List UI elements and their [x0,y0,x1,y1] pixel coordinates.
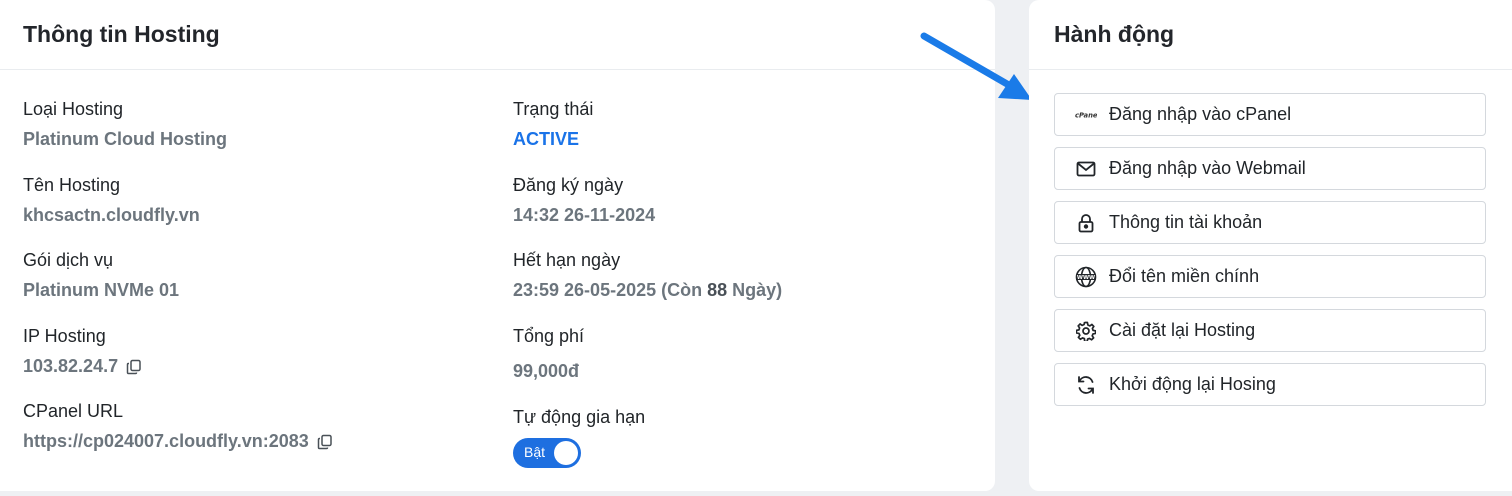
actions-title: Hành động [1029,0,1512,70]
login-cpanel-button[interactable]: cPanel Đăng nhập vào cPanel [1054,93,1486,136]
cpanel-url-value: https://cp024007.cloudfly.vn:2083 [23,431,309,451]
hosting-name-label: Tên Hosting [23,175,121,195]
ip-hosting-label: IP Hosting [23,326,106,346]
login-cpanel-label: Đăng nhập vào cPanel [1109,104,1292,124]
account-info-button[interactable]: Thông tin tài khoản [1054,201,1486,244]
expiry-date-text: 23:59 26-05-2025 (Còn [513,280,708,300]
expiry-date-label: Hết hạn ngày [513,250,621,270]
cpanel-url-value-row: https://cp024007.cloudfly.vn:2083 [23,430,333,452]
field-total-fee: Tổng phí 99,000đ [513,325,584,382]
expiry-date-value: 23:59 26-05-2025 (Còn 88 Ngày) [513,279,782,301]
ip-hosting-value-row: 103.82.24.7 [23,355,142,377]
login-webmail-label: Đăng nhập vào Webmail [1109,158,1306,178]
restart-hosting-button[interactable]: Khởi động lại Hosing [1054,363,1486,406]
hosting-info-card: Thông tin Hosting Loại Hosting Platinum … [0,0,995,491]
total-fee-value: 99,000đ [513,361,580,381]
actions-card: Hành động cPanel Đăng nhập vào cPanel Đă… [1029,0,1512,491]
field-auto-renew: Tự động gia hạn Bật [513,406,645,468]
auto-renew-label: Tự động gia hạn [513,407,646,427]
total-fee-label: Tổng phí [513,326,585,346]
copy-icon[interactable] [126,358,142,375]
change-main-domain-label: Đổi tên miền chính [1109,266,1260,286]
annotation-arrow-icon [920,32,1032,100]
toggle-knob [554,441,578,465]
cpanel-logo-text: cPanel [1075,111,1097,119]
restart-hosting-label: Khởi động lại Hosing [1109,374,1276,394]
status-value: ACTIVE [513,129,580,149]
service-package-label: Gói dịch vụ [23,250,114,270]
cpanel-logo-icon: cPanel [1075,105,1097,125]
svg-text:WWW: WWW [1077,275,1095,281]
field-cpanel-url: CPanel URL https://cp024007.cloudfly.vn:… [23,400,333,452]
auto-renew-toggle[interactable]: Bật [513,438,581,468]
field-expiry-date: Hết hạn ngày 23:59 26-05-2025 (Còn 88 Ng… [513,249,782,301]
field-ip-hosting: IP Hosting 103.82.24.7 [23,325,142,377]
change-main-domain-button[interactable]: WWW Đổi tên miền chính [1054,255,1486,298]
remaining-days: 88 [707,280,728,300]
account-info-label: Thông tin tài khoản [1109,212,1263,232]
www-globe-icon: WWW [1075,266,1097,287]
lock-icon [1075,213,1097,233]
hosting-info-title: Thông tin Hosting [0,0,995,70]
remaining-days-suffix: Ngày) [727,280,783,300]
field-status: Trạng thái ACTIVE [513,98,593,150]
service-package-value: Platinum NVMe 01 [23,280,180,300]
registered-date-value: 14:32 26-11-2024 [513,205,656,225]
copy-icon[interactable] [317,433,333,450]
hosting-type-value: Platinum Cloud Hosting [23,129,227,149]
gear-icon [1075,321,1097,341]
field-registered-date: Đăng ký ngày 14:32 26-11-2024 [513,174,655,226]
hosting-name-value: khcsactn.cloudfly.vn [23,205,200,225]
ip-hosting-value: 103.82.24.7 [23,356,119,376]
envelope-icon [1075,159,1097,179]
hosting-type-label: Loại Hosting [23,99,124,119]
auto-renew-toggle-text: Bật [524,444,546,460]
refresh-icon [1075,375,1097,395]
registered-date-label: Đăng ký ngày [513,175,624,195]
login-webmail-button[interactable]: Đăng nhập vào Webmail [1054,147,1486,190]
field-hosting-type: Loại Hosting Platinum Cloud Hosting [23,98,227,150]
field-hosting-name: Tên Hosting khcsactn.cloudfly.vn [23,174,200,226]
status-label: Trạng thái [513,99,594,119]
cpanel-url-label: CPanel URL [23,401,124,421]
reinstall-hosting-label: Cài đặt lại Hosting [1109,320,1256,340]
reinstall-hosting-button[interactable]: Cài đặt lại Hosting [1054,309,1486,352]
field-service-package: Gói dịch vụ Platinum NVMe 01 [23,249,179,301]
